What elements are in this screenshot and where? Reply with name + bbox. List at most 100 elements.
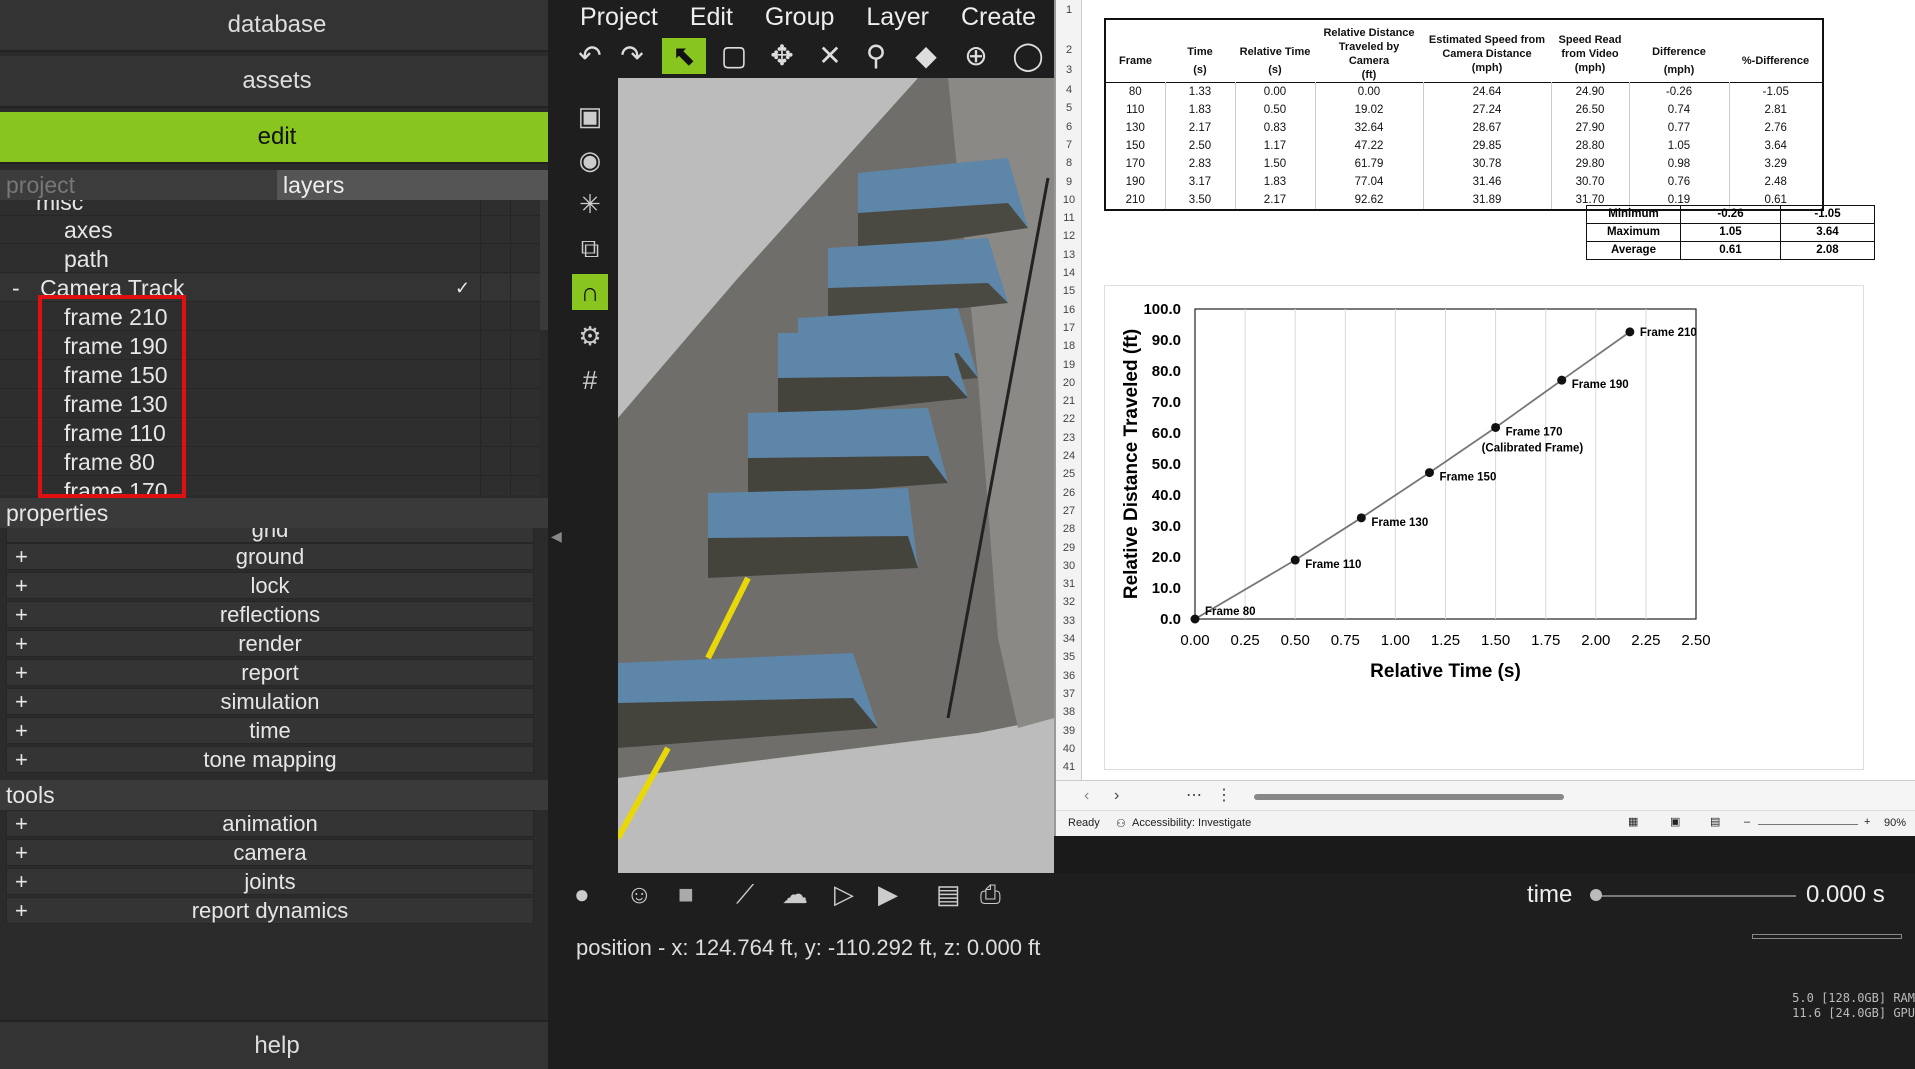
table-cell[interactable]: 110 [1105, 101, 1165, 119]
transform-icon[interactable]: ✥ [764, 38, 800, 74]
chart[interactable]: 0.00 0.25 0.50 0.75 1.00 1.25 1.50 1.75 2.00 2.25… [1104, 285, 1864, 770]
summary-row[interactable]: Average 0.61 2.08 [1586, 241, 1875, 260]
row-number[interactable]: 37 [1056, 688, 1082, 700]
table-row[interactable]: 170 2.83 1.50 61.79 30.78 29.80 0.98 3.29 [1105, 155, 1823, 173]
tab-layers[interactable]: layers [277, 170, 554, 200]
row-number[interactable]: 25 [1056, 468, 1082, 480]
summary-row[interactable]: Minimum -0.26 -1.05 [1586, 205, 1875, 224]
property-row[interactable]: + render [6, 630, 534, 657]
tree-icon[interactable]: ⧉ [572, 230, 608, 266]
col-header[interactable]: Frame [1105, 19, 1165, 83]
row-number[interactable]: 24 [1056, 450, 1082, 462]
zoom-level[interactable]: 90% [1884, 817, 1906, 829]
magnet-icon[interactable]: ∩ [572, 274, 608, 310]
table-row[interactable]: 150 2.50 1.17 47.22 29.85 28.80 1.05 3.64 [1105, 137, 1823, 155]
layer-scrollbar[interactable] [540, 200, 548, 330]
layer-item-path[interactable]: path [0, 245, 540, 273]
table-cell[interactable]: 30.78 [1422, 155, 1551, 173]
table-cell[interactable]: 27.90 [1550, 119, 1629, 137]
move-icon[interactable]: ⊕ [958, 38, 994, 74]
table-cell[interactable]: 32.64 [1314, 119, 1423, 137]
property-row[interactable]: grid [6, 528, 534, 543]
normal-view-icon[interactable]: ▦ [1628, 815, 1638, 828]
table-cell[interactable]: 61.79 [1314, 155, 1423, 173]
accessibility-status[interactable]: Accessibility: Investigate [1132, 817, 1251, 829]
zoom-slider[interactable] [1758, 824, 1858, 825]
table-cell[interactable]: 190 [1105, 173, 1165, 191]
zoom-out-icon[interactable]: – [1744, 816, 1750, 828]
table-cell[interactable]: 3.17 [1164, 173, 1235, 191]
tool-row[interactable]: + animation [6, 810, 534, 837]
table-cell[interactable]: 130 [1105, 119, 1165, 137]
play-icon[interactable]: ▷ [834, 879, 854, 910]
select-arrow-icon[interactable]: ⬉ [662, 38, 706, 74]
table-cell[interactable]: 3.50 [1164, 191, 1235, 210]
row-number[interactable]: 10 [1056, 194, 1082, 206]
table-cell[interactable]: 28.67 [1422, 119, 1551, 137]
axis-icon[interactable]: ✳ [572, 186, 608, 222]
property-row[interactable]: + tone mapping [6, 746, 534, 773]
row-number[interactable]: 35 [1056, 651, 1082, 663]
row-number[interactable]: 36 [1056, 670, 1082, 682]
grid-icon[interactable]: # [572, 362, 608, 398]
property-row[interactable]: + reflections [6, 601, 534, 628]
row-number[interactable]: 33 [1056, 615, 1082, 627]
table-cell[interactable]: 1.33 [1164, 82, 1235, 101]
row-number[interactable]: 18 [1056, 340, 1082, 352]
row-number[interactable]: 32 [1056, 596, 1082, 608]
property-row[interactable]: + time [6, 717, 534, 744]
menu-group[interactable]: Group [749, 0, 850, 34]
graph-icon[interactable]: ⟋ [736, 879, 754, 911]
row-number[interactable]: 22 [1056, 413, 1082, 425]
table-cell[interactable]: 92.62 [1314, 191, 1423, 210]
row-number[interactable]: 15 [1056, 285, 1082, 297]
table-cell[interactable]: 0.98 [1628, 155, 1729, 173]
row-number[interactable]: 4 [1056, 84, 1082, 96]
menu-layer[interactable]: Layer [850, 0, 945, 34]
table-row[interactable]: 190 3.17 1.83 77.04 31.46 30.70 0.76 2.48 [1105, 173, 1823, 191]
table-cell[interactable]: 30.70 [1550, 173, 1629, 191]
help-button[interactable]: help [0, 1020, 554, 1069]
col-header[interactable]: Time (s) [1165, 19, 1235, 83]
collapse-toggle[interactable]: - [12, 275, 20, 301]
col-header[interactable]: Speed Read from Video (mph) [1551, 19, 1629, 83]
table-cell[interactable]: 28.80 [1550, 137, 1629, 155]
accessibility-icon[interactable]: ⚇ [1116, 817, 1126, 830]
table-cell[interactable]: 1.17 [1234, 137, 1315, 155]
menu-project[interactable]: Project [564, 0, 674, 34]
time-slider-handle[interactable] [1590, 889, 1602, 901]
next-sheet-icon[interactable]: › [1114, 787, 1119, 805]
col-header[interactable]: Difference (mph) [1629, 19, 1729, 83]
row-number[interactable]: 30 [1056, 560, 1082, 572]
sphere-icon[interactable]: ● [574, 879, 590, 910]
row-number[interactable]: 28 [1056, 523, 1082, 535]
table-cell[interactable]: 0.00 [1314, 82, 1423, 101]
row-number[interactable]: 6 [1056, 121, 1082, 133]
prev-sheet-icon[interactable]: ‹ [1084, 787, 1089, 805]
tab-project[interactable]: project [0, 170, 277, 200]
row-number[interactable]: 31 [1056, 578, 1082, 590]
gears-icon[interactable]: ⚙ [572, 318, 608, 354]
camera-view-icon[interactable]: ▣ [572, 98, 608, 134]
table-cell[interactable]: 47.22 [1314, 137, 1423, 155]
summary-row[interactable]: Maximum 1.05 3.64 [1586, 223, 1875, 242]
table-cell[interactable]: 0.74 [1628, 101, 1729, 119]
cube-icon[interactable]: ◆ [908, 38, 944, 74]
table-cell[interactable]: 0.00 [1234, 82, 1315, 101]
property-row[interactable]: + ground [6, 543, 534, 570]
table-cell[interactable]: 0.76 [1628, 173, 1729, 191]
print-icon[interactable]: ⎙ [980, 879, 1001, 911]
table-cell[interactable]: -0.26 [1628, 82, 1729, 101]
play-step-icon[interactable]: ▶ [878, 879, 898, 910]
page-layout-icon[interactable]: ▣ [1670, 815, 1680, 828]
row-number[interactable]: 40 [1056, 743, 1082, 755]
menu-edit[interactable]: Edit [674, 0, 749, 34]
row-number[interactable]: 7 [1056, 139, 1082, 151]
table-cell[interactable]: 2.17 [1164, 119, 1235, 137]
property-row[interactable]: + simulation [6, 688, 534, 715]
table-cell[interactable]: 27.24 [1422, 101, 1551, 119]
row-number[interactable]: 19 [1056, 359, 1082, 371]
table-cell[interactable]: 26.50 [1550, 101, 1629, 119]
table-cell[interactable]: 210 [1105, 191, 1165, 210]
panel-divider[interactable]: ◀ [548, 0, 564, 1069]
